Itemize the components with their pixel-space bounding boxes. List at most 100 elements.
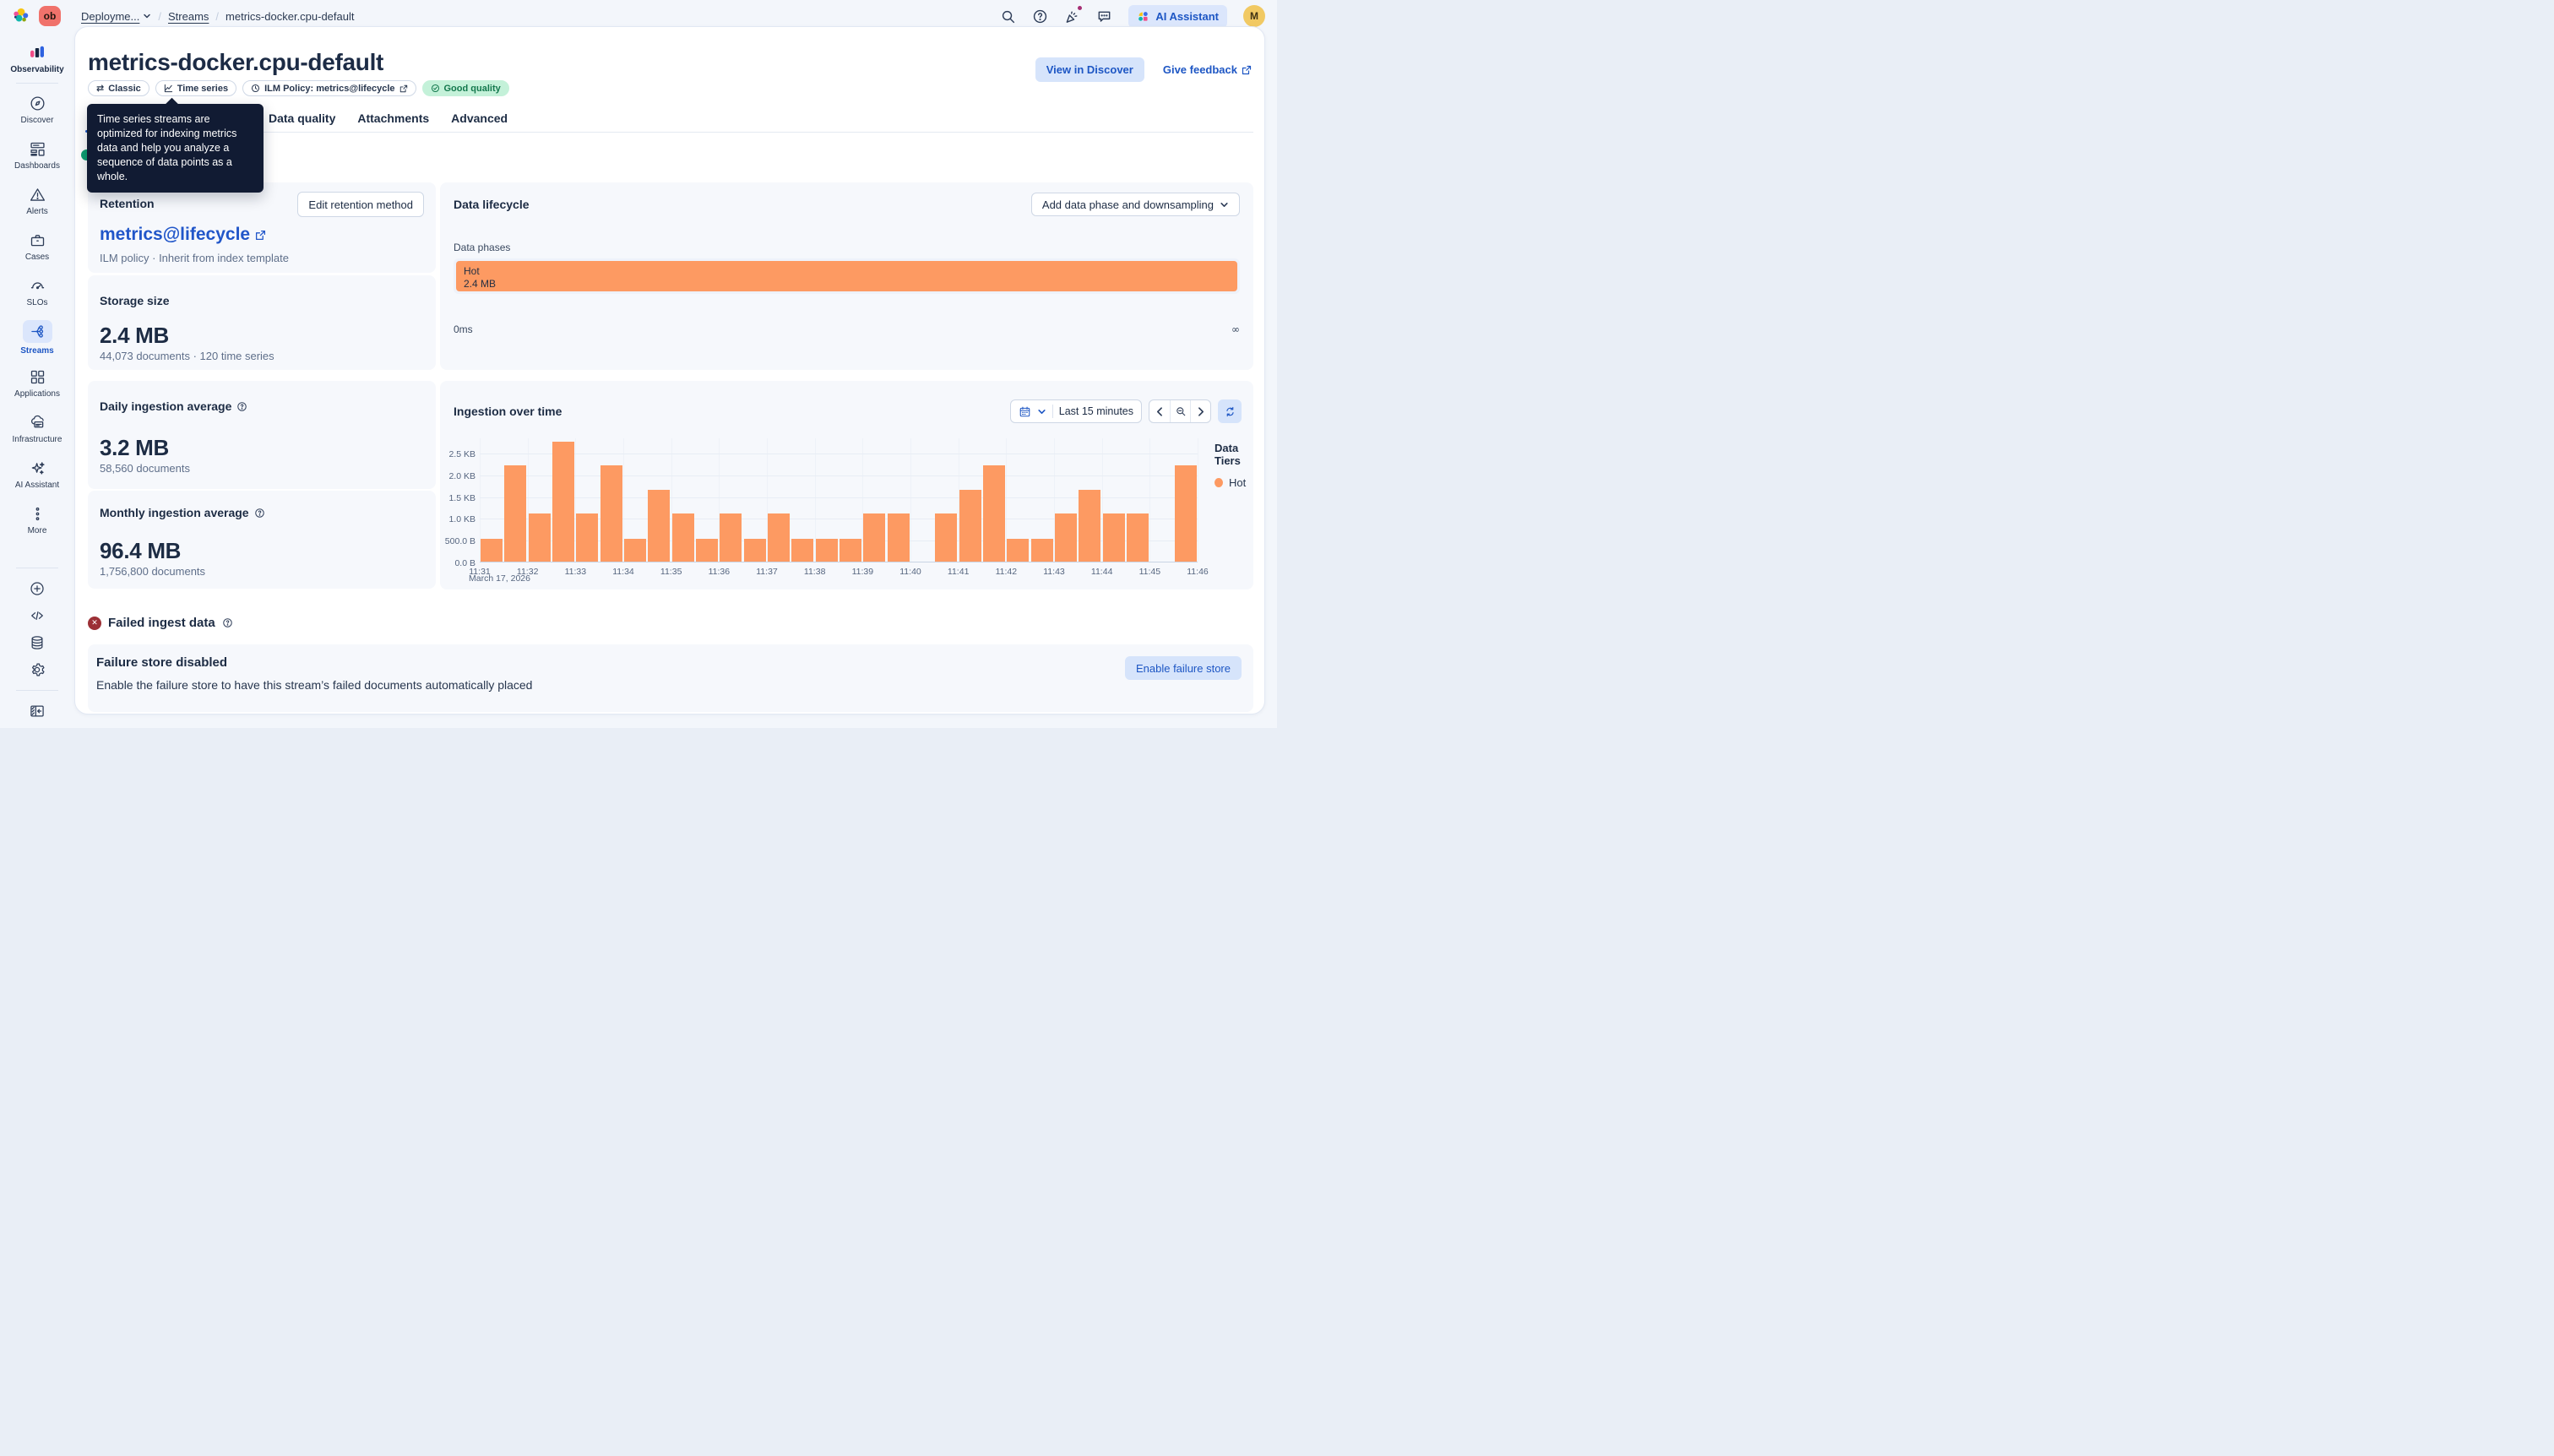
badge-time-series[interactable]: Time series	[155, 80, 236, 96]
storage-value: 2.4 MB	[100, 323, 169, 349]
breadcrumb-separator: /	[158, 10, 161, 23]
chevron-down-icon	[143, 12, 151, 20]
sidebar-item-streams[interactable]: Streams	[2, 315, 73, 361]
chart-bar	[624, 539, 646, 562]
sidebar-item-infrastructure[interactable]: Infrastructure	[2, 406, 73, 452]
legend-title: Data Tiers	[1215, 442, 1253, 467]
hot-phase-size: 2.4 MB	[464, 278, 1230, 291]
chart-bar	[863, 513, 885, 562]
avatar[interactable]: M	[1243, 5, 1265, 27]
help-icon[interactable]	[1032, 8, 1048, 24]
enable-failure-store-button[interactable]: Enable failure store	[1125, 656, 1242, 680]
sidebar-item-dashboards[interactable]: Dashboards	[2, 133, 73, 178]
add-data-phase-button[interactable]: Add data phase and downsampling	[1031, 193, 1240, 216]
daily-ingestion-panel: Daily ingestion average 3.2 MB 58,560 do…	[88, 381, 436, 489]
x-axis-tick: 11:38	[804, 567, 826, 577]
x-axis-tick: 11:46	[1187, 567, 1209, 577]
hot-phase-bar[interactable]: Hot 2.4 MB	[456, 261, 1237, 291]
chart-bar	[1103, 513, 1125, 562]
ingestion-chart: March 17, 2026 Data Tiers Hot 0.0 B500.0…	[440, 381, 1253, 589]
tab-attachments[interactable]: Attachments	[357, 111, 429, 133]
help-circle-icon[interactable]	[254, 508, 265, 519]
chart-bar	[935, 513, 957, 562]
y-axis-tick: 1.0 KB	[440, 514, 475, 524]
sidebar: Observability Discover Dashboards Alerts…	[0, 32, 74, 728]
view-in-discover-button[interactable]: View in Discover	[1035, 57, 1144, 82]
breadcrumb-current: metrics-docker.cpu-default	[226, 10, 354, 23]
daily-sub: 58,560 documents	[100, 462, 190, 475]
x-axis-tick: 11:36	[709, 567, 731, 577]
sidebar-item-cases[interactable]: Cases	[2, 224, 73, 269]
tab-advanced[interactable]: Advanced	[451, 111, 508, 133]
sidebar-solution-observability[interactable]: Observability	[10, 44, 63, 74]
main-panel: metrics-docker.cpu-default View in Disco…	[74, 26, 1265, 714]
index-management-icon[interactable]	[29, 634, 46, 651]
whats-new-icon[interactable]	[1064, 8, 1080, 24]
check-circle-icon	[431, 84, 440, 93]
chart-bar	[1007, 539, 1029, 562]
external-link-icon	[399, 84, 408, 93]
chart-bar	[1127, 513, 1149, 562]
edit-retention-method-button[interactable]: Edit retention method	[297, 192, 424, 217]
x-axis-tick: 11:33	[565, 567, 587, 577]
monthly-ingestion-panel: Monthly ingestion average 96.4 MB 1,756,…	[88, 491, 436, 589]
gridline-v	[1149, 438, 1150, 562]
sidebar-footer	[16, 564, 58, 728]
legend-color-dot	[1215, 478, 1223, 487]
chart-bar	[888, 513, 910, 562]
streams-icon	[29, 323, 46, 340]
chart-bar	[816, 539, 838, 562]
dev-tools-icon[interactable]	[29, 607, 46, 624]
sidebar-item-more[interactable]: More	[2, 497, 73, 543]
badge-classic[interactable]: ⇄ Classic	[88, 80, 149, 96]
title-badges: ⇄ Classic Time series ILM Policy: metric…	[88, 80, 509, 96]
give-feedback-link[interactable]: Give feedback	[1163, 63, 1252, 76]
sidebar-item-alerts[interactable]: Alerts	[2, 178, 73, 224]
failed-ingest-header: ✕ Failed ingest data	[88, 616, 233, 630]
breadcrumb-deployment[interactable]: Deployme...	[81, 10, 151, 23]
retention-sub: ILM policy · Inherit from index template	[100, 252, 289, 264]
gridline-h	[480, 475, 1198, 476]
badge-good-quality[interactable]: Good quality	[422, 80, 509, 96]
sidebar-divider	[16, 83, 58, 84]
ai-assistant-button[interactable]: AI Assistant	[1128, 5, 1227, 28]
external-link-icon	[255, 230, 266, 241]
sidebar-item-applications[interactable]: Applications	[2, 361, 73, 406]
badge-ilm-policy[interactable]: ILM Policy: metrics@lifecycle	[242, 80, 416, 96]
search-icon[interactable]	[1000, 8, 1016, 24]
storage-size-panel: Storage size 2.4 MB 44,073 documents · 1…	[88, 275, 436, 370]
x-axis-tick: 11:34	[612, 567, 634, 577]
sidebar-item-slos[interactable]: SLOs	[2, 269, 73, 315]
page-title: metrics-docker.cpu-default	[88, 49, 383, 76]
page-actions: View in Discover Give feedback	[1035, 57, 1252, 82]
elastic-logo-icon[interactable]	[12, 7, 30, 25]
error-x-icon: ✕	[88, 617, 101, 630]
streams-active-tile	[23, 320, 52, 343]
x-axis-tick: 11:44	[1091, 567, 1113, 577]
breadcrumb-streams[interactable]: Streams	[168, 10, 209, 23]
y-axis-tick: 2.5 KB	[440, 449, 475, 459]
help-circle-icon[interactable]	[236, 401, 247, 412]
chart-bar	[840, 539, 861, 562]
chart-bar	[481, 539, 503, 562]
apps-grid-icon	[29, 368, 46, 386]
add-integrations-icon[interactable]	[29, 580, 46, 597]
settings-gear-icon[interactable]	[29, 661, 46, 678]
chart-bar	[744, 539, 766, 562]
ilm-policy-link[interactable]: metrics@lifecycle	[100, 225, 266, 245]
space-badge[interactable]: ob	[39, 6, 61, 26]
tab-data-quality[interactable]: Data quality	[269, 111, 335, 133]
sidebar-item-discover[interactable]: Discover	[2, 87, 73, 133]
alert-triangle-icon	[29, 186, 46, 204]
collapse-sidebar-icon[interactable]	[29, 703, 46, 720]
failed-ingest-title: Failed ingest data	[108, 616, 215, 630]
chart-bar	[600, 465, 622, 562]
help-circle-icon[interactable]	[222, 617, 233, 628]
legend-item-hot[interactable]: Hot	[1215, 476, 1253, 489]
lifecycle-heading: Data lifecycle	[454, 198, 530, 211]
notification-dot	[1076, 4, 1084, 12]
feedback-chat-icon[interactable]	[1096, 8, 1112, 24]
x-axis-tick: 11:35	[660, 567, 682, 577]
sidebar-item-ai-assistant[interactable]: AI Assistant	[2, 452, 73, 497]
x-axis-tick: 11:39	[852, 567, 874, 577]
